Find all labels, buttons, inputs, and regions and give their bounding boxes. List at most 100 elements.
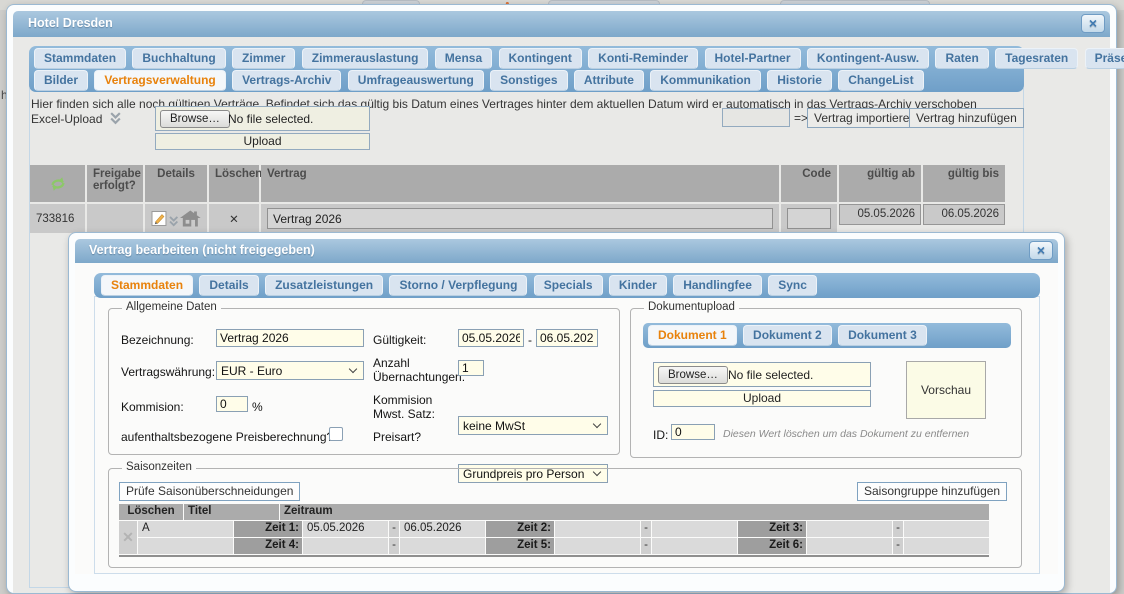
bezeichnung-label: Bezeichnung: [121,333,194,347]
vertrag-name-input[interactable] [267,208,773,229]
expand-double-chevron-icon[interactable] [169,216,178,227]
col-freigabe: Freigabe erfolgt? [87,165,143,202]
code-value-input[interactable] [787,208,831,229]
browse-button[interactable]: Browse… [658,366,728,384]
tab-bilder[interactable]: Bilder [34,70,88,91]
zeit6-von-input[interactable] [807,538,892,554]
excel-file-input[interactable]: Browse… No file selected. [155,106,370,131]
tab-modal-handlingfee[interactable]: Handlingfee [673,275,762,296]
titel-input[interactable]: A [138,521,233,537]
pruefe-saison-button[interactable]: Prüfe Saisonüberschneidungen [119,482,300,501]
home-icon[interactable] [180,210,201,227]
saisonzeiten-fieldset: Saisonzeiten Prüfe Saisonüberschneidunge… [108,468,1022,568]
gueltig-bis-input[interactable] [536,329,598,347]
close-icon[interactable]: × [1081,14,1105,33]
double-chevron-down-icon[interactable] [109,112,122,125]
waehrung-select[interactable]: EUR - Euro [216,361,364,380]
excel-upload-label: Excel-Upload [31,112,122,126]
freigabe-cell [87,204,143,233]
tab-modal-zusatzleistungen[interactable]: Zusatzleistungen [265,275,383,296]
titel-input-2[interactable] [138,538,233,554]
tab-historie[interactable]: Historie [767,70,832,91]
tab-mensa[interactable]: Mensa [435,48,492,69]
tab-kontingent[interactable]: Kontingent [499,48,582,69]
tab-modal-kinder[interactable]: Kinder [609,275,667,296]
refresh-icon[interactable] [49,176,67,192]
upload-button[interactable]: Upload [155,133,370,150]
tab-modal-sync[interactable]: Sync [768,275,817,296]
kommision-label: Kommision: [121,400,184,414]
tab-buchhaltung[interactable]: Buchhaltung [132,48,225,69]
edit-icon[interactable] [151,210,167,227]
zeit5-bis-input[interactable] [652,538,737,554]
dokument-upload-button[interactable]: Upload [653,390,871,407]
zeit2-bis-input[interactable] [652,521,737,537]
date-separator: - [528,333,532,347]
modal-title: Vertrag bearbeiten (nicht freigegeben) [89,243,315,257]
kommision-input[interactable] [216,396,248,412]
tab-dokument-2[interactable]: Dokument 2 [743,325,832,346]
vertrag-hinzufuegen-button[interactable]: Vertrag hinzufügen [909,108,1024,128]
col-titel: Titel [184,504,279,520]
delete-icon[interactable]: ✕ [122,529,134,546]
tab-hotel-partner[interactable]: Hotel-Partner [705,48,801,69]
anzahl-input[interactable] [458,360,484,376]
close-icon[interactable]: × [1029,241,1053,260]
id-label: ID: [653,428,668,442]
tab-vertragsverwaltung[interactable]: Vertragsverwaltung [94,70,225,91]
tab-zimmer[interactable]: Zimmer [232,48,295,69]
tab-raten[interactable]: Raten [935,48,988,69]
chevron-down-icon [349,365,357,373]
zeit1-bis-input[interactable]: 06.05.2026 [400,521,485,537]
tab-kommunikation[interactable]: Kommunikation [650,70,761,91]
tab-zimmerauslastung[interactable]: Zimmerauslastung [302,48,429,69]
saisongruppe-hinzufuegen-button[interactable]: Saisongruppe hinzufügen [857,482,1007,501]
tab-changelist[interactable]: ChangeList [838,70,923,91]
vertrag-importieren-button[interactable]: Vertrag importieren [807,108,923,128]
vorschau-button[interactable]: Vorschau [906,361,986,419]
saison-table-header: Löschen Titel Zeitraum [119,504,989,520]
gueltig-von-input[interactable] [458,329,524,347]
tab-praesentation[interactable]: Präsentation [1085,48,1124,69]
zeit1-von-input[interactable]: 05.05.2026 [303,521,388,537]
anzahl-label-2: Übernachtungen: [373,370,465,384]
vertrag-cell [261,204,779,233]
delete-icon[interactable]: ✕ [209,204,259,233]
dokument-file-input[interactable]: Browse… No file selected. [653,362,871,387]
zeit4-von-input[interactable] [303,538,388,554]
tab-dokument-3[interactable]: Dokument 3 [838,325,927,346]
zeit3-bis-input[interactable] [904,521,989,537]
tab-dokument-1[interactable]: Dokument 1 [648,325,737,346]
zeit3-von-input[interactable] [807,521,892,537]
tab-modal-specials[interactable]: Specials [534,275,603,296]
tab-stammdaten[interactable]: Stammdaten [34,48,126,69]
browse-button[interactable]: Browse… [160,110,230,128]
contract-code-input[interactable] [722,108,790,127]
window-title: Hotel Dresden [28,16,113,30]
zeit5-von-input[interactable] [555,538,640,554]
dokument-id-input[interactable] [671,424,715,440]
tab-modal-stammdaten[interactable]: Stammdaten [101,275,193,296]
zeit4-bis-input[interactable] [400,538,485,554]
tab-tagesraten[interactable]: Tagesraten [995,48,1078,69]
tab-attribute[interactable]: Attribute [574,70,644,91]
zeit2-von-input[interactable] [555,521,640,537]
tab-modal-details[interactable]: Details [199,275,258,296]
waehrung-label: Vertragswährung: [121,365,215,379]
tab-konti-reminder[interactable]: Konti-Reminder [588,48,698,69]
tab-kontingent-ausw[interactable]: Kontingent-Ausw. [807,48,929,69]
saison-delete-cell: ✕ [119,521,137,554]
modal-tab-row: Stammdaten Details Zusatzleistungen Stor… [94,273,1040,295]
preisberechnung-checkbox[interactable] [329,427,343,441]
tab-umfrageauswertung[interactable]: Umfrageauswertung [348,70,484,91]
bezeichnung-input[interactable] [216,329,364,347]
zeit6-bis-input[interactable] [904,538,989,554]
refresh-header-cell[interactable] [30,165,85,202]
contract-id: 733816 [30,204,85,233]
col-gueltig-bis: gültig bis [923,165,1005,202]
tab-modal-storno-verpflegung[interactable]: Storno / Verpflegung [389,275,527,296]
tab-sonstiges[interactable]: Sonstiges [490,70,567,91]
fieldset-legend: Allgemeine Daten [122,301,221,313]
tab-vertrags-archiv[interactable]: Vertrags-Archiv [232,70,341,91]
mwst-select[interactable]: keine MwSt [458,416,608,435]
